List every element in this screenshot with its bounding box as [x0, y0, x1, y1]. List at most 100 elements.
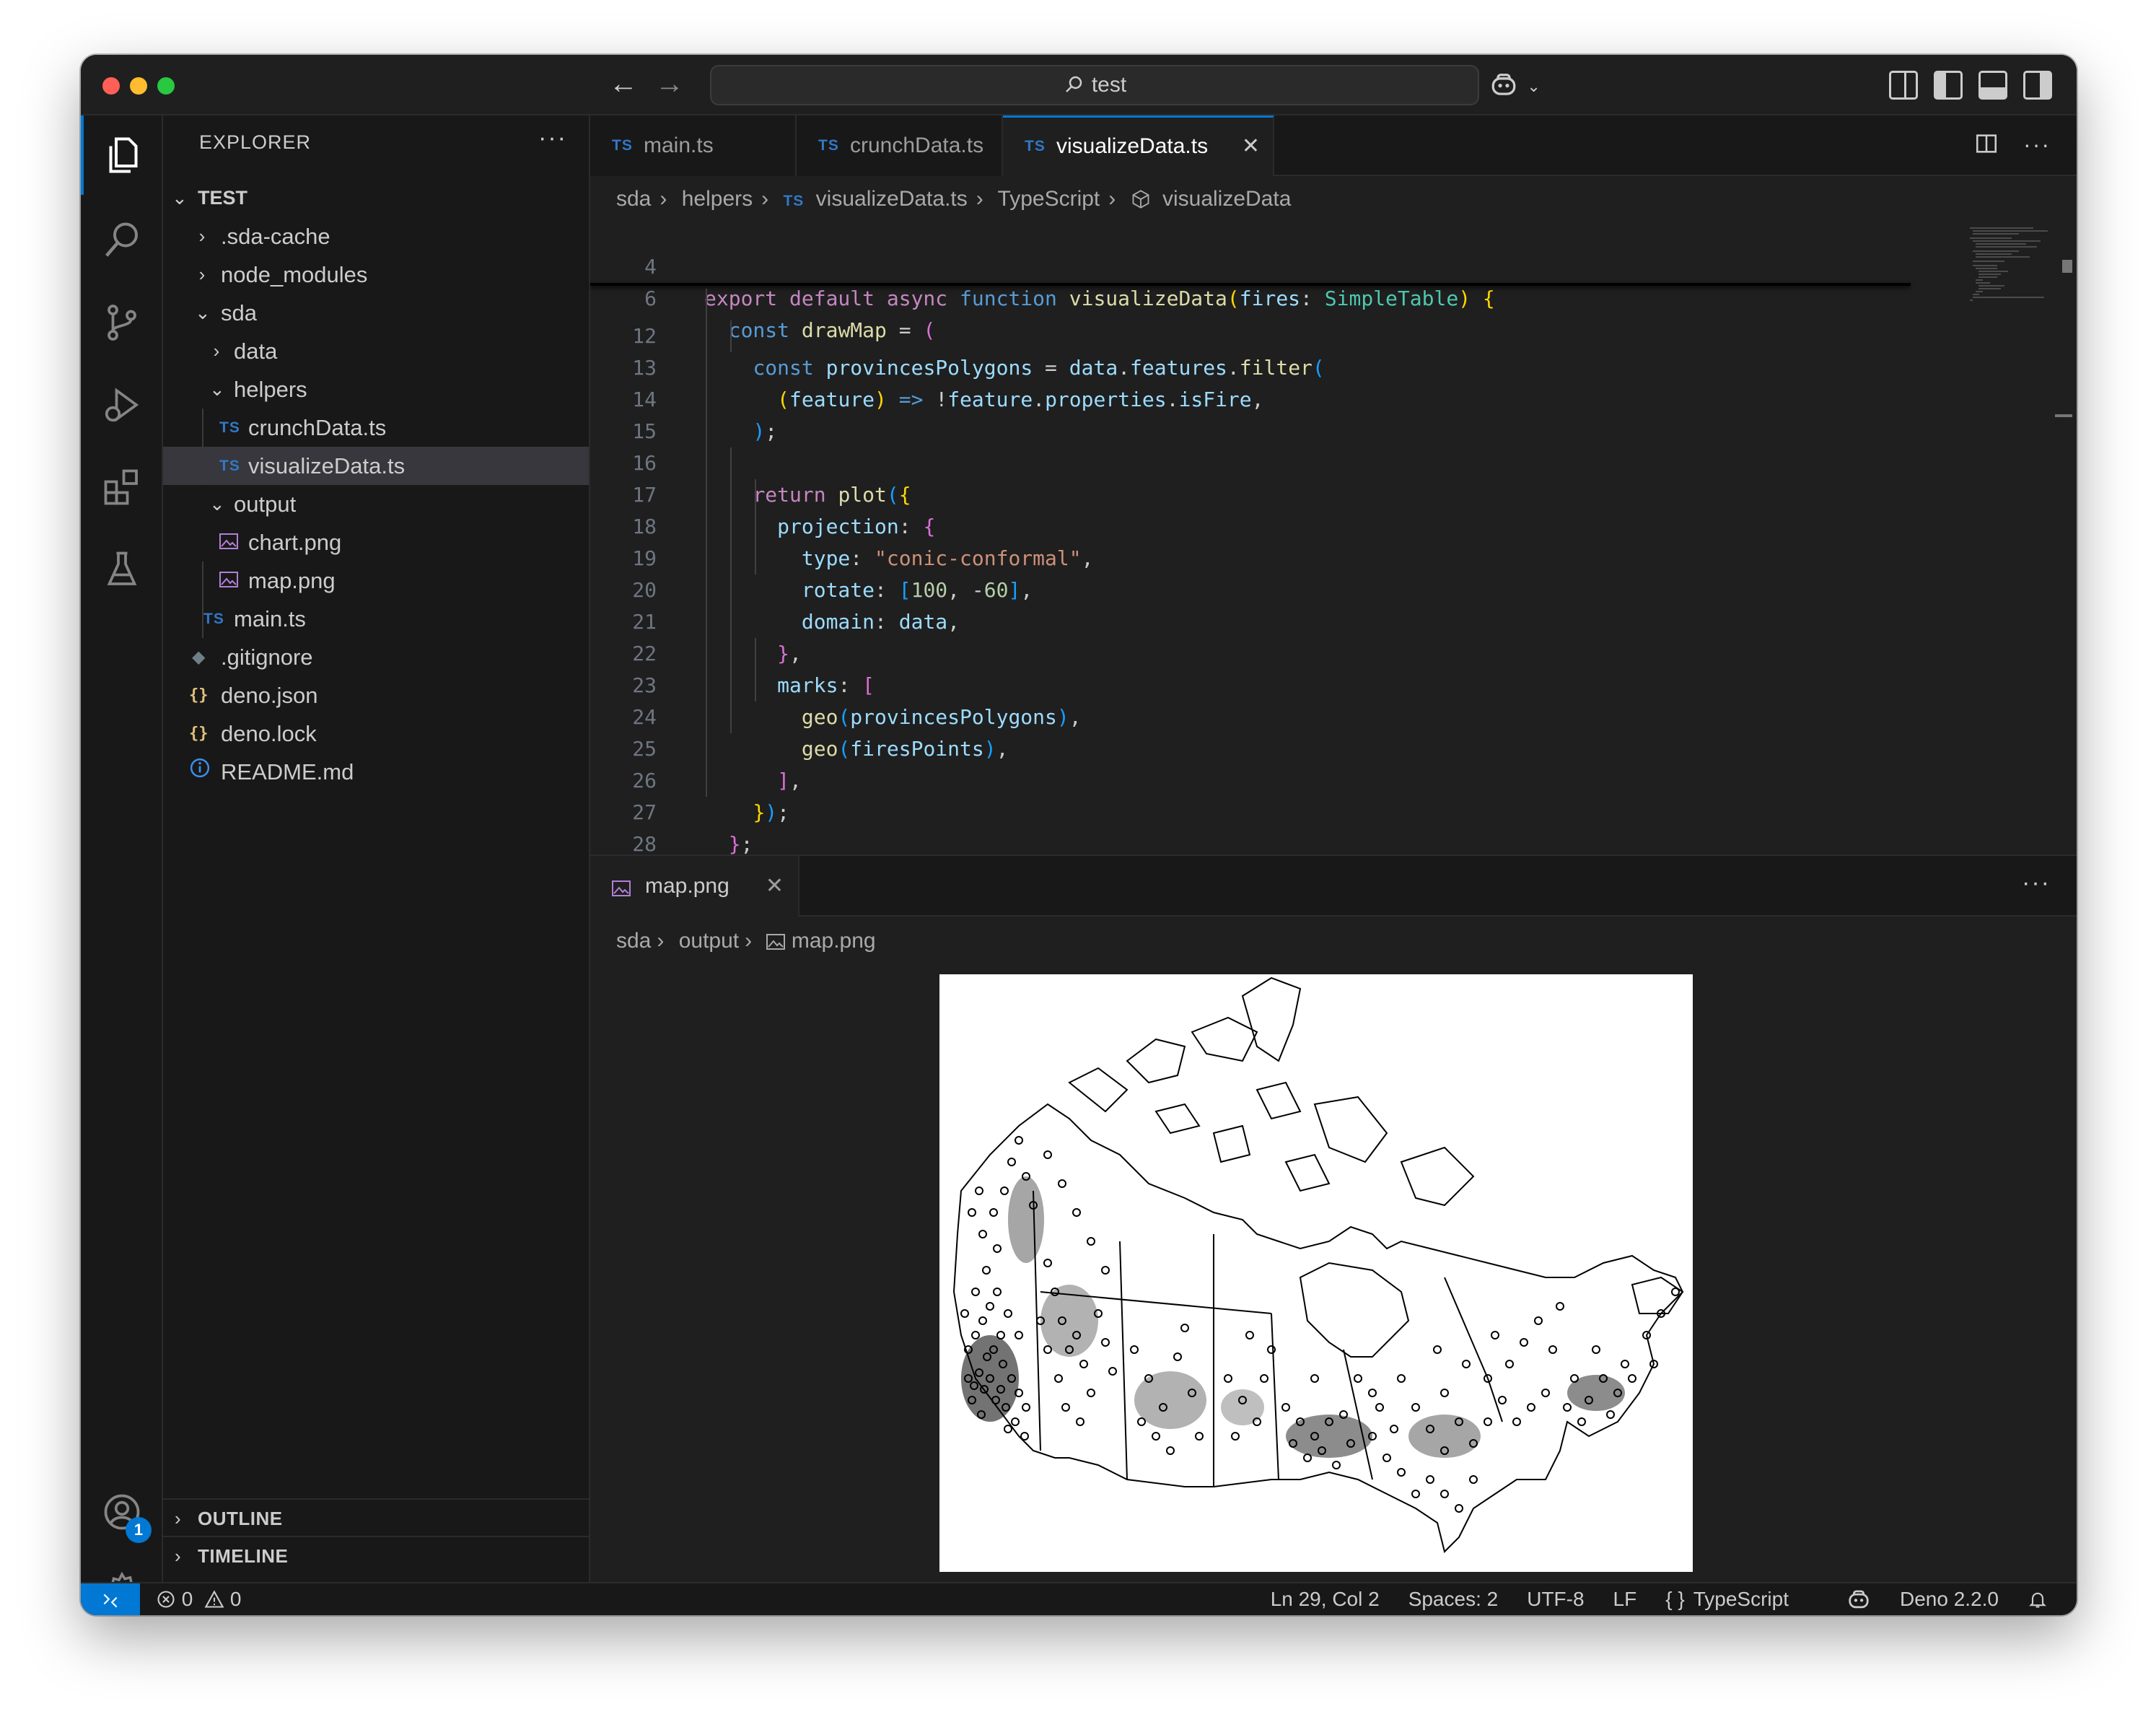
- tab-visualizedata-ts[interactable]: TS visualizeData.ts ✕: [1003, 115, 1274, 176]
- breadcrumb-item[interactable]: sda: [616, 929, 651, 953]
- breadcrumb-item[interactable]: helpers: [682, 187, 753, 211]
- tree-item-data[interactable]: › data: [163, 332, 589, 370]
- explorer-icon[interactable]: [81, 115, 163, 195]
- map-image: [939, 974, 1693, 1572]
- testing-icon[interactable]: [81, 530, 163, 609]
- timeline-section[interactable]: › TIMELINE: [163, 1536, 589, 1573]
- chevron-right-icon: ›: [659, 187, 667, 211]
- tree-item-helpers[interactable]: ⌄ helpers: [163, 370, 589, 408]
- search-icon[interactable]: [81, 201, 163, 280]
- breadcrumb-item[interactable]: visualizeData: [1162, 187, 1291, 211]
- image-file-icon: [766, 929, 791, 953]
- code-line: 12 const provincesPolygons = data.featur…: [632, 324, 1325, 380]
- code-line: 25 ],: [632, 737, 802, 792]
- account-icon[interactable]: 1: [81, 1472, 163, 1552]
- tree-item-chart-png[interactable]: chart.png: [163, 523, 589, 561]
- copilot-icon[interactable]: [1846, 1583, 1871, 1615]
- tree-item-sda[interactable]: ⌄ sda: [163, 294, 589, 332]
- run-debug-icon[interactable]: [81, 365, 163, 445]
- chevron-down-icon: ⌄: [209, 378, 225, 400]
- close-icon[interactable]: ✕: [1242, 118, 1260, 175]
- breadcrumb-item[interactable]: sda: [616, 187, 651, 211]
- code-line: 16 return plot({: [632, 451, 911, 507]
- chevron-right-icon: ›: [198, 225, 206, 247]
- tab-map-png[interactable]: map.png ✕: [590, 856, 799, 917]
- json-file-icon: {}: [189, 686, 209, 704]
- tree-item-output[interactable]: ⌄ output: [163, 485, 589, 523]
- git-file-icon: ◆: [192, 647, 206, 667]
- typescript-file-icon: TS: [612, 137, 633, 154]
- typescript-file-icon: TS: [219, 419, 240, 436]
- outline-section[interactable]: › OUTLINE: [163, 1498, 589, 1536]
- error-count: 0: [181, 1588, 193, 1610]
- chevron-right-icon: ›: [175, 1508, 182, 1529]
- runtime-version[interactable]: Deno 2.2.0: [1900, 1583, 1999, 1615]
- language-mode[interactable]: { } TypeScript: [1665, 1583, 1818, 1615]
- tree-item-main-ts[interactable]: TS main.ts: [163, 600, 589, 638]
- minimap[interactable]: [1968, 224, 2055, 318]
- close-window-button[interactable]: [102, 77, 120, 95]
- bell-icon[interactable]: [2028, 1583, 2048, 1615]
- braces-icon: { }: [1665, 1588, 1685, 1610]
- extensions-icon[interactable]: [81, 447, 163, 527]
- arrow-left-icon[interactable]: ←: [606, 68, 641, 102]
- close-icon[interactable]: ✕: [766, 856, 784, 917]
- tree-item-sda-cache[interactable]: › .sda-cache: [163, 217, 589, 255]
- copilot-icon: [1491, 73, 1516, 95]
- breadcrumb-item[interactable]: map.png: [792, 929, 876, 953]
- more-actions-icon[interactable]: ···: [538, 124, 567, 152]
- remote-indicator-icon[interactable]: [81, 1583, 140, 1615]
- tree-item-crunchdata[interactable]: TS crunchData.ts: [163, 408, 589, 447]
- tree-item-gitignore[interactable]: ◆ .gitignore: [163, 638, 589, 676]
- toggle-secondary-sidebar-icon[interactable]: [2023, 71, 2052, 100]
- title-bar: ← → test ⌄: [81, 55, 2077, 115]
- encoding[interactable]: UTF-8: [1527, 1583, 1584, 1615]
- chevron-right-icon: ›: [213, 340, 220, 362]
- json-file-icon: {}: [189, 725, 209, 743]
- workspace-root[interactable]: ⌄ TEST: [163, 179, 589, 217]
- preview-tabs: map.png ✕ ···: [590, 856, 2077, 917]
- tree-item-node-modules[interactable]: › node_modules: [163, 255, 589, 294]
- problems-indicator[interactable]: 0 0: [156, 1583, 242, 1615]
- error-icon: [156, 1588, 182, 1610]
- tree-item-visualizedata[interactable]: TS visualizeData.ts: [163, 447, 589, 485]
- copilot-menu-button[interactable]: ⌄: [1489, 68, 1541, 102]
- tree-item-deno-json[interactable]: {} deno.json: [163, 676, 589, 714]
- split-editor-icon[interactable]: [1974, 131, 1999, 162]
- zoom-window-button[interactable]: [157, 77, 175, 95]
- customize-layout-icon[interactable]: [1889, 71, 1918, 100]
- tree-item-deno-lock[interactable]: {} deno.lock: [163, 714, 589, 753]
- toggle-panel-icon[interactable]: [1978, 71, 2007, 100]
- arrow-right-icon[interactable]: →: [652, 68, 687, 102]
- search-text: test: [1091, 73, 1127, 97]
- chevron-right-icon: ›: [976, 187, 983, 211]
- minimize-window-button[interactable]: [130, 77, 147, 95]
- code-line: 23 geo(provincesPolygons),: [632, 673, 1082, 729]
- end-of-line[interactable]: LF: [1613, 1583, 1637, 1615]
- code-line: 14 );: [632, 388, 778, 443]
- indent-guide: [706, 289, 707, 797]
- tab-main-ts[interactable]: TS main.ts: [590, 115, 797, 176]
- toggle-primary-sidebar-icon[interactable]: [1934, 71, 1963, 100]
- activity-bar: 1: [81, 115, 163, 1612]
- tree-item-map-png[interactable]: map.png: [163, 561, 589, 600]
- command-center-search[interactable]: test: [710, 65, 1479, 105]
- breadcrumb-item[interactable]: visualizeData.ts: [816, 187, 968, 211]
- chevron-down-icon: ⌄: [209, 493, 225, 515]
- indentation[interactable]: Spaces: 2: [1408, 1583, 1499, 1615]
- source-control-icon[interactable]: [81, 283, 163, 362]
- typescript-file-icon: TS: [783, 193, 805, 209]
- cursor-position[interactable]: Ln 29, Col 2: [1271, 1583, 1380, 1615]
- more-actions-icon[interactable]: ···: [2023, 131, 2051, 162]
- breadcrumb-item[interactable]: TypeScript: [998, 187, 1100, 211]
- tab-crunchdata-ts[interactable]: TS crunchData.ts: [797, 115, 1003, 176]
- warning-icon: [204, 1588, 230, 1610]
- code-editor[interactable]: 4 export default async function visualiz…: [590, 219, 1911, 920]
- breadcrumb-item[interactable]: output: [679, 929, 739, 953]
- more-actions-icon[interactable]: ···: [2022, 869, 2051, 897]
- tree-item-readme[interactable]: README.md: [163, 753, 589, 791]
- editor-actions: ···: [1974, 131, 2051, 162]
- chevron-right-icon: ›: [175, 1545, 182, 1567]
- code-line: 22 marks: [: [632, 642, 875, 697]
- scrollbar-thumb[interactable]: [2062, 260, 2072, 273]
